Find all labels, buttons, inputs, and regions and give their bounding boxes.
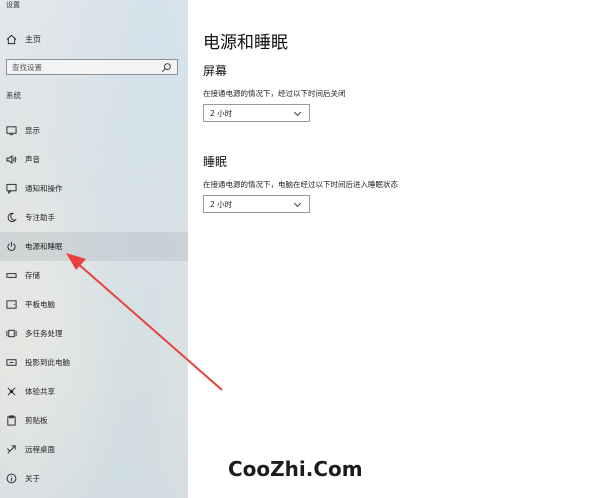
clipboard-icon <box>6 415 17 426</box>
info-icon <box>6 473 17 484</box>
main-content: 电源和睡眠 屏幕 在接通电源的情况下，经过以下时间后关闭 2 小时 睡眠 在接通… <box>188 0 596 498</box>
sidebar-item-focus-assist[interactable]: 专注助手 <box>0 203 188 232</box>
sidebar-item-about[interactable]: 关于 <box>0 464 188 493</box>
power-icon <box>6 241 17 252</box>
sleep-heading: 睡眠 <box>203 155 228 169</box>
sidebar-item-remote-desktop[interactable]: 远程桌面 <box>0 435 188 464</box>
sidebar-item-clipboard[interactable]: 剪贴板 <box>0 406 188 435</box>
search-icon[interactable] <box>161 62 172 73</box>
display-icon <box>6 125 17 136</box>
sidebar-item-label: 通知和操作 <box>25 184 63 193</box>
screen-heading: 屏幕 <box>203 64 228 78</box>
sidebar-item-label: 声音 <box>25 155 40 164</box>
chevron-down-icon <box>292 199 303 210</box>
sidebar-item-label: 多任务处理 <box>25 329 63 338</box>
page-title: 电源和睡眠 <box>203 33 288 53</box>
multitask-icon <box>6 328 17 339</box>
sidebar: 设置 主页 系统 显示 声音 通知和操作 专注助手 <box>0 0 188 498</box>
sidebar-item-label: 剪贴板 <box>25 416 48 425</box>
tablet-icon <box>6 299 17 310</box>
sidebar-item-label: 关于 <box>25 474 40 483</box>
window-title: 设置 <box>6 1 20 9</box>
sidebar-item-label: 专注助手 <box>25 213 55 222</box>
screen-timeout-dropdown[interactable]: 2 小时 <box>203 104 310 122</box>
search-box[interactable] <box>6 59 178 75</box>
storage-icon <box>6 270 17 281</box>
sidebar-item-label: 平板电脑 <box>25 300 55 309</box>
sidebar-item-label: 电源和睡眠 <box>25 242 63 251</box>
sidebar-item-label: 投影到此电脑 <box>25 358 70 367</box>
remote-desktop-icon <box>6 444 17 455</box>
home-icon <box>6 34 17 45</box>
projector-icon <box>6 357 17 368</box>
sleep-timeout-dropdown[interactable]: 2 小时 <box>203 195 310 213</box>
section-label-system: 系统 <box>6 91 21 100</box>
watermark: CooZhi.Com <box>228 457 363 481</box>
sidebar-item-sound[interactable]: 声音 <box>0 145 188 174</box>
sidebar-item-notifications[interactable]: 通知和操作 <box>0 174 188 203</box>
sidebar-item-label: 远程桌面 <box>25 445 55 454</box>
notification-icon <box>6 183 17 194</box>
speaker-icon <box>6 154 17 165</box>
screen-timeout-value: 2 小时 <box>210 108 233 118</box>
screen-description: 在接通电源的情况下，经过以下时间后关闭 <box>203 89 346 98</box>
share-icon <box>6 386 17 397</box>
sidebar-item-storage[interactable]: 存储 <box>0 261 188 290</box>
sidebar-item-shared-experiences[interactable]: 体验共享 <box>0 377 188 406</box>
sleep-description: 在接通电源的情况下，电脑在经过以下时间后进入睡眠状态 <box>203 180 398 189</box>
home-link[interactable]: 主页 <box>6 32 41 46</box>
chevron-down-icon <box>292 108 303 119</box>
sidebar-item-label: 存储 <box>25 271 40 280</box>
search-input[interactable] <box>12 62 152 72</box>
sidebar-item-tablet[interactable]: 平板电脑 <box>0 290 188 319</box>
sidebar-item-label: 体验共享 <box>25 387 55 396</box>
sidebar-item-label: 显示 <box>25 126 40 135</box>
home-label: 主页 <box>25 34 41 44</box>
moon-icon <box>6 212 17 223</box>
sidebar-item-power-sleep[interactable]: 电源和睡眠 <box>0 232 188 261</box>
sleep-timeout-value: 2 小时 <box>210 199 233 209</box>
sidebar-item-project-to-pc[interactable]: 投影到此电脑 <box>0 348 188 377</box>
sidebar-nav: 显示 声音 通知和操作 专注助手 电源和睡眠 存储 平板电脑 多任务处理 投影到… <box>0 116 188 493</box>
sidebar-item-display[interactable]: 显示 <box>0 116 188 145</box>
sidebar-item-multitasking[interactable]: 多任务处理 <box>0 319 188 348</box>
